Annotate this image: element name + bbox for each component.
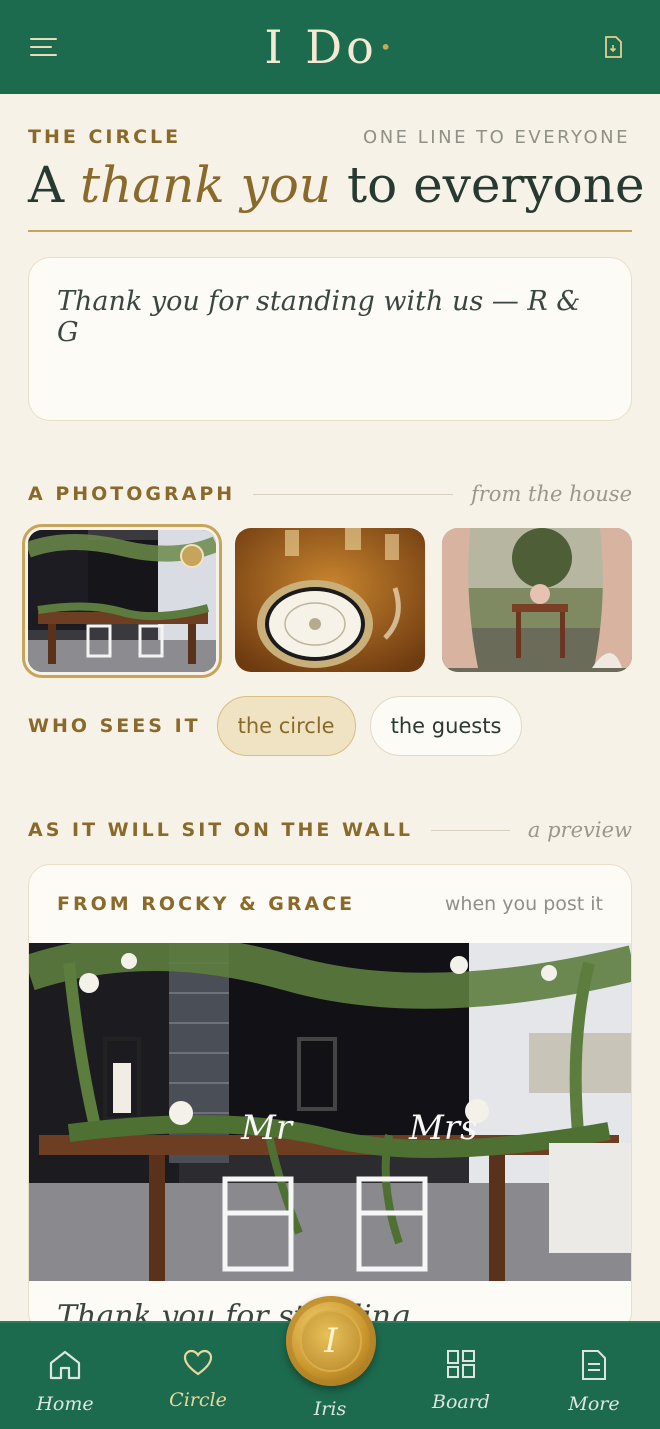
photograph-section-header: A PHOTOGRAPH from the house xyxy=(28,482,632,506)
message-text[interactable]: Thank you for standing with us — R & G xyxy=(57,286,603,348)
title-suffix: to everyone xyxy=(346,156,645,214)
top-bar: I Do • xyxy=(0,0,660,94)
preview-section-header: AS IT WILL SIT ON THE WALL a preview xyxy=(28,818,632,842)
title-emphasis: thank you xyxy=(80,156,332,214)
document-download-icon[interactable] xyxy=(596,30,630,64)
card-when: when you post it xyxy=(444,893,603,915)
home-icon xyxy=(49,1350,81,1380)
preview-aside: a preview xyxy=(527,818,632,842)
audience-label: WHO SEES IT xyxy=(28,715,201,737)
app-logo: I Do • xyxy=(264,20,396,74)
section-subkicker: ONE LINE TO EVERYONE xyxy=(363,127,630,148)
photo-picker xyxy=(22,524,634,678)
selected-indicator xyxy=(180,544,204,568)
preview-kicker: AS IT WILL SIT ON THE WALL xyxy=(28,819,413,841)
photo-thumbnail-1[interactable] xyxy=(22,524,222,678)
logo-text: I Do xyxy=(264,20,378,74)
grid-icon xyxy=(447,1350,475,1378)
photo-thumbnail-2[interactable] xyxy=(235,528,425,672)
nav-board-label: Board xyxy=(432,1391,490,1413)
nav-iris-label[interactable]: Iris xyxy=(300,1398,360,1420)
nav-home[interactable]: Home xyxy=(10,1323,120,1429)
nav-circle-label: Circle xyxy=(169,1389,227,1411)
photograph-aside: from the house xyxy=(470,482,632,506)
nav-board[interactable]: Board xyxy=(406,1323,516,1429)
heart-icon xyxy=(183,1349,213,1376)
section-kicker: THE CIRCLE xyxy=(28,126,182,148)
divider xyxy=(253,493,453,495)
page-title: A thank you to everyone xyxy=(28,156,645,214)
menu-icon[interactable] xyxy=(30,30,64,64)
divider xyxy=(430,829,510,831)
audience-option-guests[interactable]: the guests xyxy=(369,696,523,756)
divider xyxy=(28,230,632,232)
photo-thumbnail-3[interactable] xyxy=(442,528,632,672)
nav-home-label: Home xyxy=(36,1393,94,1415)
audience-option-circle[interactable]: the circle xyxy=(216,696,356,756)
nav-more-label: More xyxy=(568,1393,620,1415)
message-input[interactable]: Thank you for standing with us — R & G xyxy=(28,257,632,421)
seal-letter: I xyxy=(300,1310,362,1372)
wax-seal-icon[interactable]: I xyxy=(286,1296,376,1386)
title-prefix: A xyxy=(28,156,65,214)
audience-selector: WHO SEES IT the circle the guests xyxy=(28,696,523,756)
photograph-kicker: A PHOTOGRAPH xyxy=(28,483,236,505)
nav-circle[interactable]: Circle xyxy=(143,1323,253,1429)
svg-text:Mr: Mr xyxy=(240,1108,294,1148)
document-icon xyxy=(582,1350,606,1380)
wall-preview-card: FROM ROCKY & GRACE when you post it Mr M… xyxy=(28,864,632,1334)
card-photo: Mr Mrs xyxy=(29,943,631,1281)
card-from: FROM ROCKY & GRACE xyxy=(57,893,356,915)
nav-more[interactable]: More xyxy=(539,1323,649,1429)
